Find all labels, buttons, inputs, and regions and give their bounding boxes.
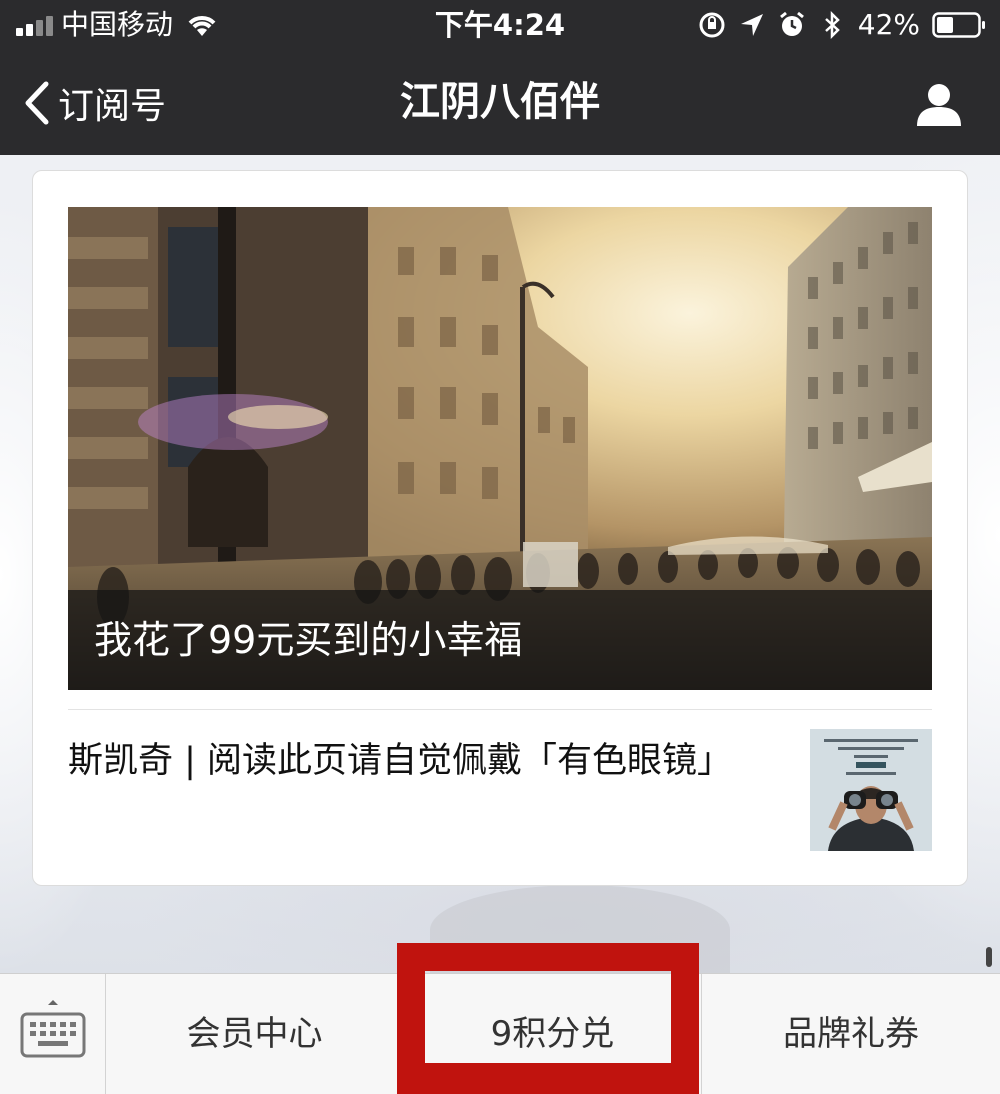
battery-icon [932, 12, 985, 38]
article-thumbnail [810, 729, 932, 851]
page-title: 江阴八佰伴 [400, 79, 600, 125]
menu-item-points-redeem[interactable]: 9积分兑 [404, 974, 702, 1094]
scroll-indicator[interactable] [986, 947, 992, 967]
hero-caption: 我花了99元买到的小幸福 [68, 590, 932, 690]
status-right: 42% [698, 0, 986, 50]
status-bar: 中国移动 下午4:24 42% [0, 0, 1000, 50]
location-icon [740, 14, 763, 36]
article-card: 我花了99元买到的小幸福 斯凯奇 | 阅读此页请自觉佩戴「有色眼镜」 [32, 170, 968, 886]
battery-percent: 42% [857, 8, 920, 41]
bluetooth-icon [824, 11, 840, 39]
divider [68, 709, 932, 710]
keyboard-icon [20, 1000, 86, 1058]
secondary-article[interactable]: 斯凯奇 | 阅读此页请自觉佩戴「有色眼镜」 [68, 724, 932, 854]
main-article-title: 我花了99元买到的小幸福 [94, 618, 523, 662]
main-article[interactable]: 我花了99元买到的小幸福 [68, 207, 932, 690]
nav-bar: 订阅号 江阴八佰伴 [0, 50, 1000, 155]
custom-menu-bar: 会员中心 9积分兑 品牌礼券 [0, 973, 1000, 1094]
person-icon[interactable] [914, 80, 964, 130]
alarm-icon [779, 11, 804, 36]
orientation-lock-icon [699, 12, 725, 38]
menu-item-member-center[interactable]: 会员中心 [106, 974, 404, 1094]
secondary-article-title: 斯凯奇 | 阅读此页请自觉佩戴「有色眼镜」 [68, 741, 733, 781]
keyboard-toggle-button[interactable] [0, 974, 106, 1094]
menu-item-brand-coupons[interactable]: 品牌礼券 [702, 974, 1000, 1094]
chat-content[interactable]: 我花了99元买到的小幸福 斯凯奇 | 阅读此页请自觉佩戴「有色眼镜」 [0, 155, 1000, 973]
